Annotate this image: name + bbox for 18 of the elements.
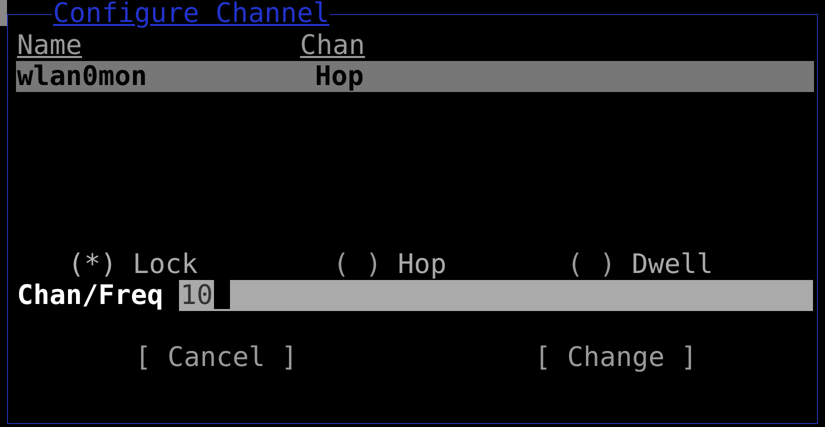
input-field[interactable]: 10 xyxy=(179,280,813,311)
column-header: Chan xyxy=(300,31,366,61)
radio-label: Lock xyxy=(132,250,198,280)
radio-mark: ( ) xyxy=(567,250,616,280)
table-row[interactable]: wlan0mon Hop xyxy=(16,61,814,92)
column-header: Name xyxy=(17,31,84,61)
radio-label: Hop xyxy=(398,250,447,280)
radio-label: Dwell xyxy=(632,250,714,280)
dialog-title: Configure Channel xyxy=(52,0,330,29)
button[interactable]: [ Change ] xyxy=(534,343,698,373)
radio-mark: ( ) xyxy=(333,250,382,280)
terminal-cursor xyxy=(0,0,7,26)
radio-option[interactable]: ( ) Hop xyxy=(333,250,567,280)
button[interactable]: [ Cancel ] xyxy=(135,343,298,373)
field-label: Chan/Freq xyxy=(17,280,164,311)
radio-mark: (*) xyxy=(68,250,117,280)
radio-option[interactable]: ( ) Dwell xyxy=(567,250,714,280)
radio-option[interactable]: (*) Lock xyxy=(68,250,333,280)
